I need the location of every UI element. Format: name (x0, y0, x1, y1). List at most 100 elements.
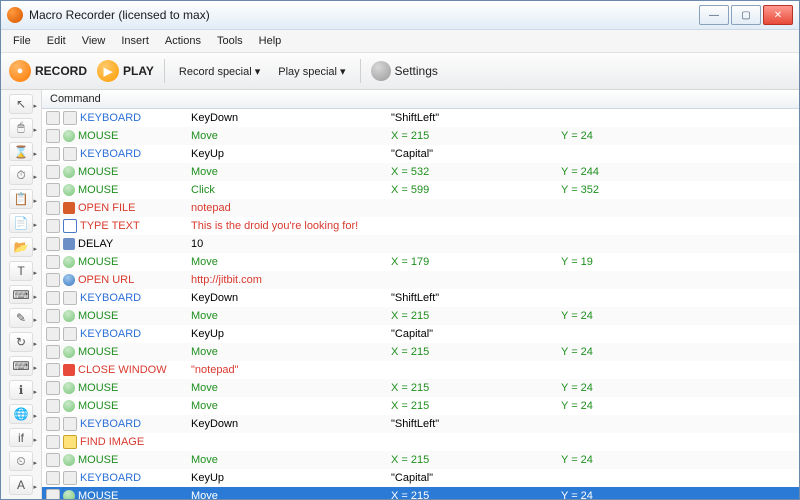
action-pre-icon (46, 219, 60, 233)
action-pre-icon (46, 417, 60, 431)
delay-icon[interactable]: ⌛▸ (9, 142, 33, 162)
play-button[interactable]: ▶ PLAY (97, 60, 154, 82)
menu-edit[interactable]: Edit (39, 33, 74, 49)
action-icon (63, 130, 75, 142)
action-icon (63, 471, 77, 485)
menu-help[interactable]: Help (251, 33, 290, 49)
table-row[interactable]: TYPE TEXTThis is the droid you're lookin… (42, 217, 799, 235)
action-pre-icon (46, 165, 60, 179)
copy-icon[interactable]: 📄▸ (9, 213, 33, 233)
cell-param1: Click (187, 184, 387, 196)
command-name: KEYBOARD (80, 112, 141, 124)
column-header[interactable]: Command (42, 90, 799, 109)
keyboard-icon[interactable]: ⌨▸ (9, 285, 33, 305)
record-special-dropdown[interactable]: Record special ▾ (175, 63, 264, 80)
repeat-icon[interactable]: ↻▸ (9, 332, 33, 352)
cell-command: FIND IMAGE (42, 435, 187, 449)
table-row[interactable]: OPEN FILEnotepad (42, 199, 799, 217)
menu-tools[interactable]: Tools (209, 33, 251, 49)
table-row[interactable]: DELAY10 (42, 235, 799, 253)
table-row[interactable]: MOUSEMoveX = 215Y = 24 (42, 127, 799, 145)
info-icon[interactable]: ℹ▸ (9, 380, 33, 400)
table-row[interactable]: MOUSEMoveX = 215Y = 24 (42, 487, 799, 499)
menu-file[interactable]: File (5, 33, 39, 49)
table-row[interactable]: MOUSEMoveX = 215Y = 24 (42, 307, 799, 325)
table-row[interactable]: KEYBOARDKeyUp"Capital" (42, 325, 799, 343)
menubar: File Edit View Insert Actions Tools Help (1, 30, 799, 53)
table-row[interactable]: MOUSEMoveX = 215Y = 24 (42, 379, 799, 397)
open-icon[interactable]: 📂▸ (9, 237, 33, 257)
table-row[interactable]: MOUSEMoveX = 179Y = 19 (42, 253, 799, 271)
minimize-button[interactable]: — (699, 5, 729, 25)
menu-insert[interactable]: Insert (113, 33, 157, 49)
cell-command: DELAY (42, 237, 187, 251)
action-pre-icon (46, 435, 60, 449)
table-row[interactable]: MOUSEMoveX = 215Y = 24 (42, 343, 799, 361)
cell-param2: X = 599 (387, 184, 557, 196)
sidebar: ↖▸ 🖱▸ ⌛▸ ⏱▸ 📋▸ 📄▸ 📂▸ T▸ ⌨▸ ✎▸ ↻▸ ⌨▸ ℹ▸ 🌐▸ if▸ ⏲▸ A▸ (1, 90, 42, 499)
text-icon[interactable]: T▸ (9, 261, 33, 281)
table-row[interactable]: KEYBOARDKeyDown"ShiftLeft" (42, 109, 799, 127)
close-button[interactable]: ✕ (763, 5, 793, 25)
command-name: MOUSE (78, 382, 118, 394)
window-title: Macro Recorder (licensed to max) (29, 8, 210, 22)
gear-icon (371, 61, 391, 81)
table-row[interactable]: KEYBOARDKeyDown"ShiftLeft" (42, 289, 799, 307)
table-row[interactable]: MOUSEMoveX = 532Y = 244 (42, 163, 799, 181)
cell-param2: X = 179 (387, 256, 557, 268)
action-pre-icon (46, 399, 60, 413)
toolbar-separator (164, 59, 165, 83)
table-row[interactable]: MOUSEMoveX = 215Y = 24 (42, 397, 799, 415)
cell-command: OPEN URL (42, 273, 187, 287)
action-icon (63, 238, 75, 250)
play-special-dropdown[interactable]: Play special ▾ (274, 63, 349, 80)
brush-icon[interactable]: ✎▸ (9, 308, 33, 328)
command-name: KEYBOARD (80, 148, 141, 160)
action-icon (63, 274, 75, 286)
table-row[interactable]: MOUSEMoveX = 215Y = 24 (42, 451, 799, 469)
command-grid[interactable]: KEYBOARDKeyDown"ShiftLeft"MOUSEMoveX = 2… (42, 109, 799, 499)
if-icon[interactable]: if▸ (9, 428, 33, 448)
maximize-button[interactable]: ▢ (731, 5, 761, 25)
action-icon (63, 147, 77, 161)
cell-param1: Move (187, 166, 387, 178)
cell-command: TYPE TEXT (42, 219, 187, 233)
body: ↖▸ 🖱▸ ⌛▸ ⏱▸ 📋▸ 📄▸ 📂▸ T▸ ⌨▸ ✎▸ ↻▸ ⌨▸ ℹ▸ 🌐▸ if▸ ⏲▸ A▸ Comm… (1, 90, 799, 499)
mouse-icon[interactable]: 🖱▸ (9, 118, 33, 138)
table-row[interactable]: KEYBOARDKeyUp"Capital" (42, 469, 799, 487)
action-pre-icon (46, 111, 60, 125)
wait-icon[interactable]: ⏲▸ (9, 451, 33, 471)
paste-icon[interactable]: 📋▸ (9, 189, 33, 209)
table-row[interactable]: CLOSE WINDOW "notepad" (42, 361, 799, 379)
action-pre-icon (46, 291, 60, 305)
cell-param3: Y = 24 (557, 400, 657, 412)
cursor-icon[interactable]: ↖▸ (9, 94, 33, 114)
table-row[interactable]: FIND IMAGE (42, 433, 799, 451)
cell-param1: notepad (187, 202, 387, 214)
record-button[interactable]: ● RECORD (9, 60, 87, 82)
cell-param3: Y = 24 (557, 454, 657, 466)
font-icon[interactable]: A▸ (9, 475, 33, 495)
cell-param2: "ShiftLeft" (387, 292, 557, 304)
globe-icon[interactable]: 🌐▸ (9, 404, 33, 424)
table-row[interactable]: OPEN URLhttp://jitbit.com (42, 271, 799, 289)
table-row[interactable]: MOUSEClickX = 599Y = 352 (42, 181, 799, 199)
command-name: MOUSE (78, 400, 118, 412)
action-pre-icon (46, 327, 60, 341)
cell-param2: X = 215 (387, 310, 557, 322)
play-label: PLAY (123, 64, 154, 78)
table-row[interactable]: KEYBOARDKeyUp"Capital" (42, 145, 799, 163)
timer-icon[interactable]: ⏱▸ (9, 165, 33, 185)
menu-actions[interactable]: Actions (157, 33, 209, 49)
cell-param1: "notepad" (187, 364, 387, 376)
menu-view[interactable]: View (74, 33, 114, 49)
command-name: CLOSE WINDOW (78, 364, 167, 376)
type-icon[interactable]: ⌨▸ (9, 356, 33, 376)
command-name: OPEN URL (78, 274, 134, 286)
action-pre-icon (46, 363, 60, 377)
cell-param1: KeyUp (187, 328, 387, 340)
action-icon (63, 490, 75, 499)
table-row[interactable]: KEYBOARDKeyDown"ShiftLeft" (42, 415, 799, 433)
action-pre-icon (46, 381, 60, 395)
settings-button[interactable]: Settings (371, 61, 438, 81)
